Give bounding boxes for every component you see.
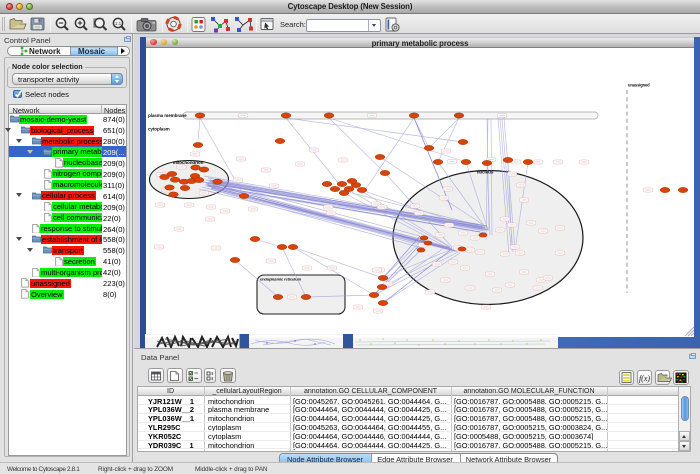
svg-text:unassigned: unassigned	[628, 83, 650, 88]
svg-text:mitochondrion: mitochondrion	[173, 160, 204, 165]
svg-text:plasma membrane: plasma membrane	[148, 113, 187, 118]
svg-text:f(x): f(x)	[639, 374, 650, 383]
svg-text:nucleus: nucleus	[477, 170, 494, 175]
svg-text:cytoplasm: cytoplasm	[148, 127, 170, 132]
svg-text:1:1: 1:1	[115, 21, 122, 26]
svg-text:endoplasmic reticulum: endoplasmic reticulum	[260, 277, 302, 282]
